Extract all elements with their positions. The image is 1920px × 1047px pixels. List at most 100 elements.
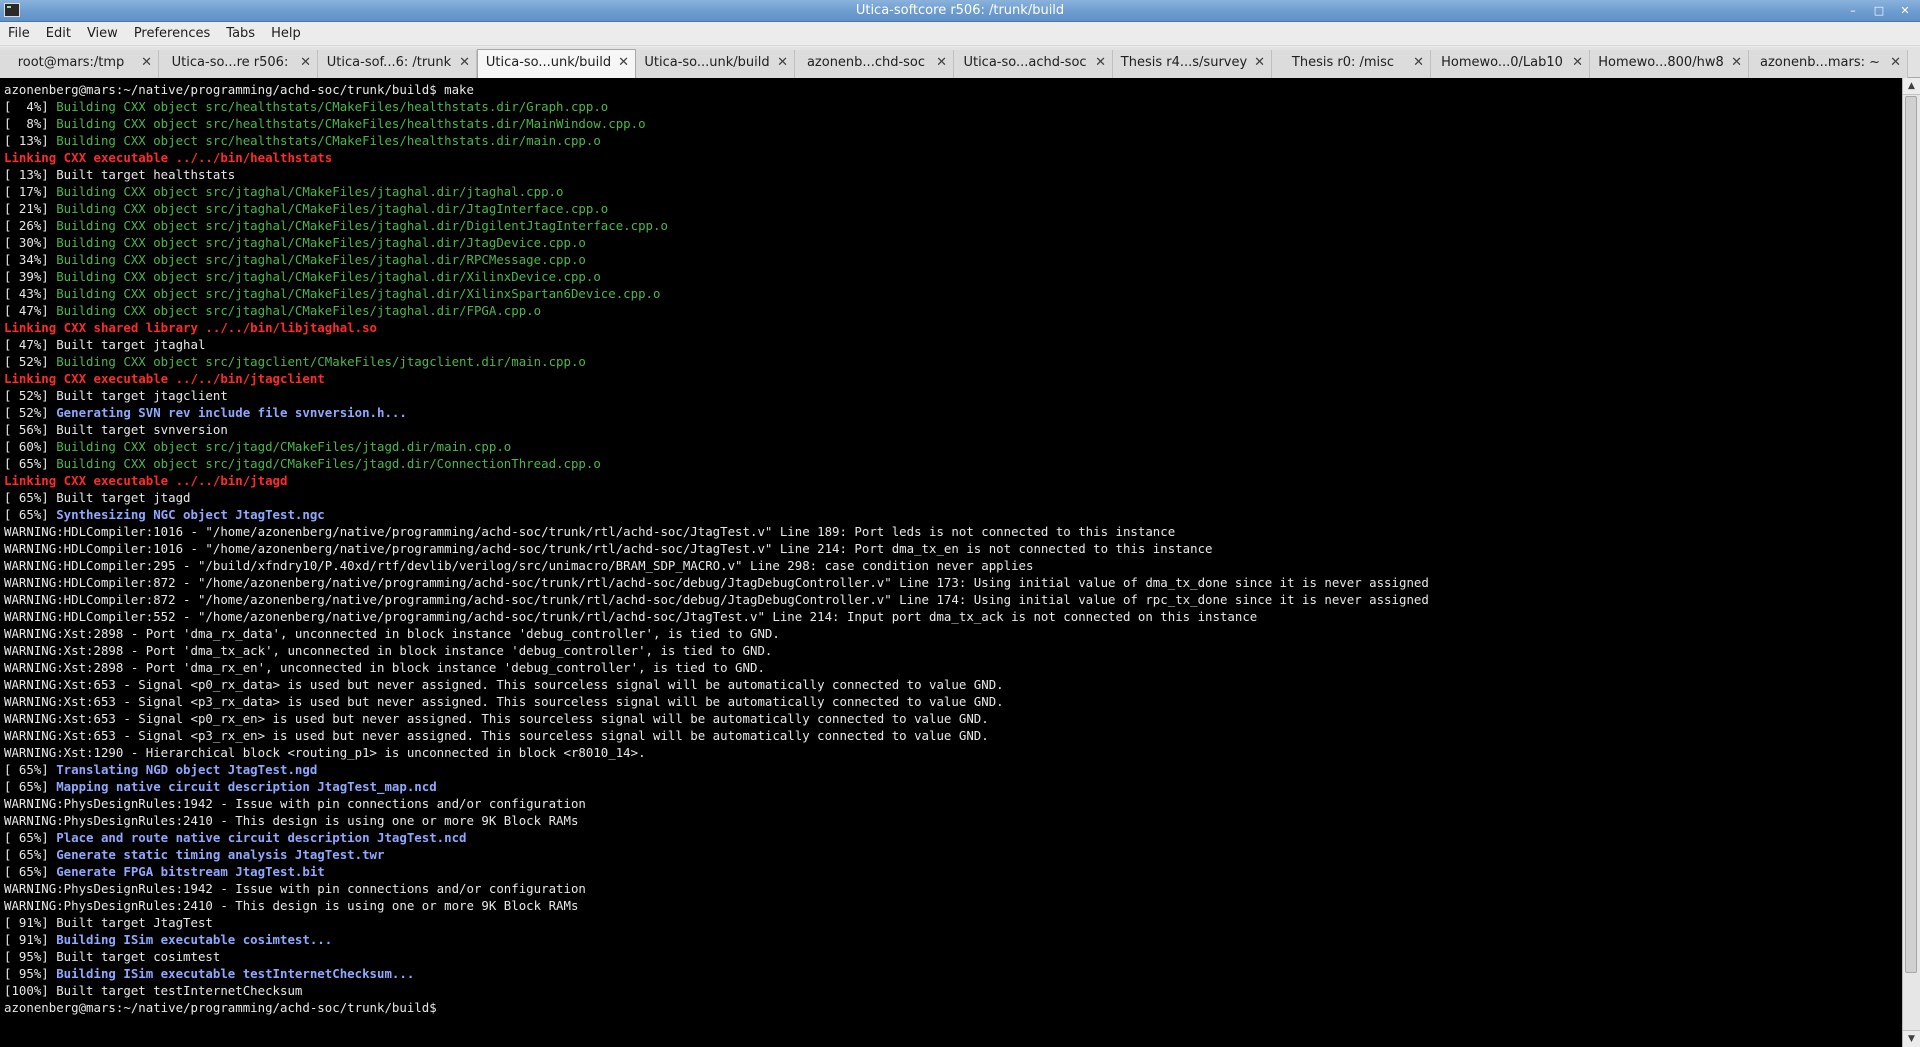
- terminal-line: [ 65%] Building CXX object src/jtagd/CMa…: [4, 455, 1902, 472]
- terminal-line: [ 8%] Building CXX object src/healthstat…: [4, 115, 1902, 132]
- terminal-text-segment: [ 52%]: [4, 405, 57, 420]
- terminal-text-segment: Building ISim executable cosimtest...: [56, 932, 333, 947]
- scrollbar-thumb[interactable]: [1905, 96, 1917, 973]
- terminal-line: [ 47%] Built target jtaghal: [4, 336, 1902, 353]
- terminal-line: WARNING:PhysDesignRules:1942 - Issue wit…: [4, 795, 1902, 812]
- tab-7[interactable]: Thesis r4...s/survey ✕: [1113, 50, 1272, 78]
- terminal-line: WARNING:Xst:653 - Signal <p3_rx_en> is u…: [4, 727, 1902, 744]
- terminal-text-segment: [ 65%]: [4, 864, 57, 879]
- terminal-line: Linking CXX shared library ../../bin/lib…: [4, 319, 1902, 336]
- terminal-line: [ 34%] Building CXX object src/jtaghal/C…: [4, 251, 1902, 268]
- terminal-text-segment: Building CXX object src/jtagd/CMakeFiles…: [56, 439, 512, 454]
- tab-5[interactable]: azonenb...chd-soc ✕: [795, 50, 954, 78]
- terminal-line: [ 52%] Building CXX object src/jtagclien…: [4, 353, 1902, 370]
- minimize-button[interactable]: –: [1842, 2, 1864, 19]
- terminal-line: [ 65%] Generate FPGA bitstream JtagTest.…: [4, 863, 1902, 880]
- terminal-line: WARNING:HDLCompiler:872 - "/home/azonenb…: [4, 591, 1902, 608]
- terminal-line: [ 65%] Translating NGD object JtagTest.n…: [4, 761, 1902, 778]
- tab-close-icon[interactable]: ✕: [1890, 50, 1901, 76]
- tab-label: Homewo...0/Lab10: [1441, 55, 1563, 70]
- terminal-text-segment: Building CXX object src/jtaghal/CMakeFil…: [56, 235, 586, 250]
- terminal-line: [ 65%] Mapping native circuit descriptio…: [4, 778, 1902, 795]
- terminal-text-segment: [ 52%]: [4, 354, 57, 369]
- terminal-text-segment: Building CXX object src/jtagclient/CMake…: [56, 354, 586, 369]
- window-title: Utica-softcore r506: /trunk/build: [855, 3, 1065, 18]
- terminal-text-segment: Building CXX object src/jtaghal/CMakeFil…: [56, 201, 609, 216]
- maximize-button[interactable]: □: [1868, 2, 1890, 19]
- tab-4[interactable]: Utica-so...unk/build ✕: [636, 50, 795, 78]
- terminal-line: [ 13%] Built target healthstats: [4, 166, 1902, 183]
- tab-9[interactable]: Homewo...0/Lab10 ✕: [1431, 50, 1590, 78]
- tab-6[interactable]: Utica-so...achd-soc ✕: [954, 50, 1113, 78]
- terminal-text-segment: [ 17%]: [4, 184, 57, 199]
- title-bar[interactable]: Utica-softcore r506: /trunk/build – □ ✕: [0, 0, 1920, 22]
- tab-close-icon[interactable]: ✕: [1731, 50, 1742, 76]
- terminal-text-segment: [ 65%]: [4, 456, 57, 471]
- terminal-scrollbar[interactable]: ▲ ▼: [1902, 78, 1920, 1047]
- tab-close-icon[interactable]: ✕: [300, 50, 311, 76]
- terminal-output[interactable]: azonenberg@mars:~/native/programming/ach…: [0, 78, 1902, 1047]
- menu-edit[interactable]: Edit: [38, 22, 79, 46]
- tab-close-icon[interactable]: ✕: [459, 50, 470, 76]
- terminal-line: [ 65%] Generate static timing analysis J…: [4, 846, 1902, 863]
- tab-bar: root@mars:/tmp ✕ Utica-so...re r506: ✕ Utica…: [0, 47, 1920, 78]
- tab-3[interactable]: Utica-so...unk/build ✕: [477, 49, 636, 78]
- tab-close-icon[interactable]: ✕: [141, 50, 152, 76]
- tab-2[interactable]: Utica-sof...6: /trunk ✕: [318, 50, 477, 78]
- terminal-line: WARNING:Xst:1290 - Hierarchical block <r…: [4, 744, 1902, 761]
- terminal-line: [ 52%] Generating SVN rev include file s…: [4, 404, 1902, 421]
- terminal-line: azonenberg@mars:~/native/programming/ach…: [4, 999, 1902, 1016]
- terminal-line: WARNING:Xst:653 - Signal <p0_rx_en> is u…: [4, 710, 1902, 727]
- menu-tabs[interactable]: Tabs: [218, 22, 263, 46]
- terminal-text-segment: [ 91%]: [4, 932, 57, 947]
- menu-preferences[interactable]: Preferences: [126, 22, 218, 46]
- close-button[interactable]: ✕: [1894, 2, 1916, 19]
- terminal-text-segment: [ 95%] Built target cosimtest: [4, 949, 221, 964]
- terminal-text-segment: WARNING:Xst:653 - Signal <p3_rx_en> is u…: [4, 728, 989, 743]
- terminal-text-segment: [ 34%]: [4, 252, 57, 267]
- tab-label: Thesis r0: /misc: [1291, 55, 1395, 70]
- terminal-text-segment: [ 21%]: [4, 201, 57, 216]
- terminal-text-segment: WARNING:PhysDesignRules:1942 - Issue wit…: [4, 796, 586, 811]
- terminal-line: WARNING:HDLCompiler:552 - "/home/azonenb…: [4, 608, 1902, 625]
- tab-label: Utica-so...unk/build: [485, 55, 612, 70]
- tab-close-icon[interactable]: ✕: [777, 50, 788, 76]
- scroll-down-arrow-icon[interactable]: ▼: [1903, 1030, 1920, 1047]
- tab-close-icon[interactable]: ✕: [936, 50, 947, 76]
- tab-close-icon[interactable]: ✕: [1572, 50, 1583, 76]
- tab-close-icon[interactable]: ✕: [1095, 50, 1106, 76]
- terminal-text-segment: [ 13%]: [4, 133, 57, 148]
- menu-file[interactable]: File: [0, 22, 38, 46]
- terminal-text-segment: Building CXX object src/healthstats/CMak…: [56, 133, 601, 148]
- terminal-line: [ 65%] Place and route native circuit de…: [4, 829, 1902, 846]
- tab-close-icon[interactable]: ✕: [1254, 50, 1265, 76]
- menu-view[interactable]: View: [79, 22, 126, 46]
- terminal-line: [ 43%] Building CXX object src/jtaghal/C…: [4, 285, 1902, 302]
- tab-0[interactable]: root@mars:/tmp ✕: [0, 50, 159, 78]
- terminal-text-segment: Linking CXX shared library ../../bin/lib…: [4, 320, 377, 335]
- tab-close-icon[interactable]: ✕: [1413, 50, 1424, 76]
- terminal-line: WARNING:Xst:2898 - Port 'dma_rx_data', u…: [4, 625, 1902, 642]
- tab-11[interactable]: azonenb...mars: ~ ✕: [1749, 50, 1908, 78]
- terminal-text-segment: Synthesizing NGC object JtagTest.ngc: [56, 507, 325, 522]
- terminal-text-segment: WARNING:HDLCompiler:872 - "/home/azonenb…: [4, 592, 1429, 607]
- terminal-line: WARNING:PhysDesignRules:2410 - This desi…: [4, 897, 1902, 914]
- tab-8[interactable]: Thesis r0: /misc ✕: [1272, 50, 1431, 78]
- terminal-line: [ 13%] Building CXX object src/healthsta…: [4, 132, 1902, 149]
- scroll-up-arrow-icon[interactable]: ▲: [1903, 78, 1920, 95]
- tab-close-icon[interactable]: ✕: [618, 50, 629, 76]
- tab-10[interactable]: Homewo...800/hw8 ✕: [1590, 50, 1749, 78]
- terminal-text-segment: Building CXX object src/jtaghal/CMakeFil…: [56, 252, 586, 267]
- terminal-text-segment: Building CXX object src/jtaghal/CMakeFil…: [56, 218, 668, 233]
- terminal-text-segment: Building ISim executable testInternetChe…: [56, 966, 415, 981]
- terminal-line: [ 56%] Built target svnversion: [4, 421, 1902, 438]
- tab-label: azonenb...chd-soc: [806, 55, 926, 70]
- tab-1[interactable]: Utica-so...re r506: ✕: [159, 50, 318, 78]
- terminal-line: [ 91%] Built target JtagTest: [4, 914, 1902, 931]
- terminal-text-segment: [ 52%] Built target jtagclient: [4, 388, 228, 403]
- terminal-text-segment: Linking CXX executable ../../bin/jtagcli…: [4, 371, 325, 386]
- terminal-line: [ 26%] Building CXX object src/jtaghal/C…: [4, 217, 1902, 234]
- terminal-text-segment: Linking CXX executable ../../bin/jtagd: [4, 473, 288, 488]
- terminal-text-segment: Generate FPGA bitstream JtagTest.bit: [56, 864, 325, 879]
- menu-help[interactable]: Help: [263, 22, 309, 46]
